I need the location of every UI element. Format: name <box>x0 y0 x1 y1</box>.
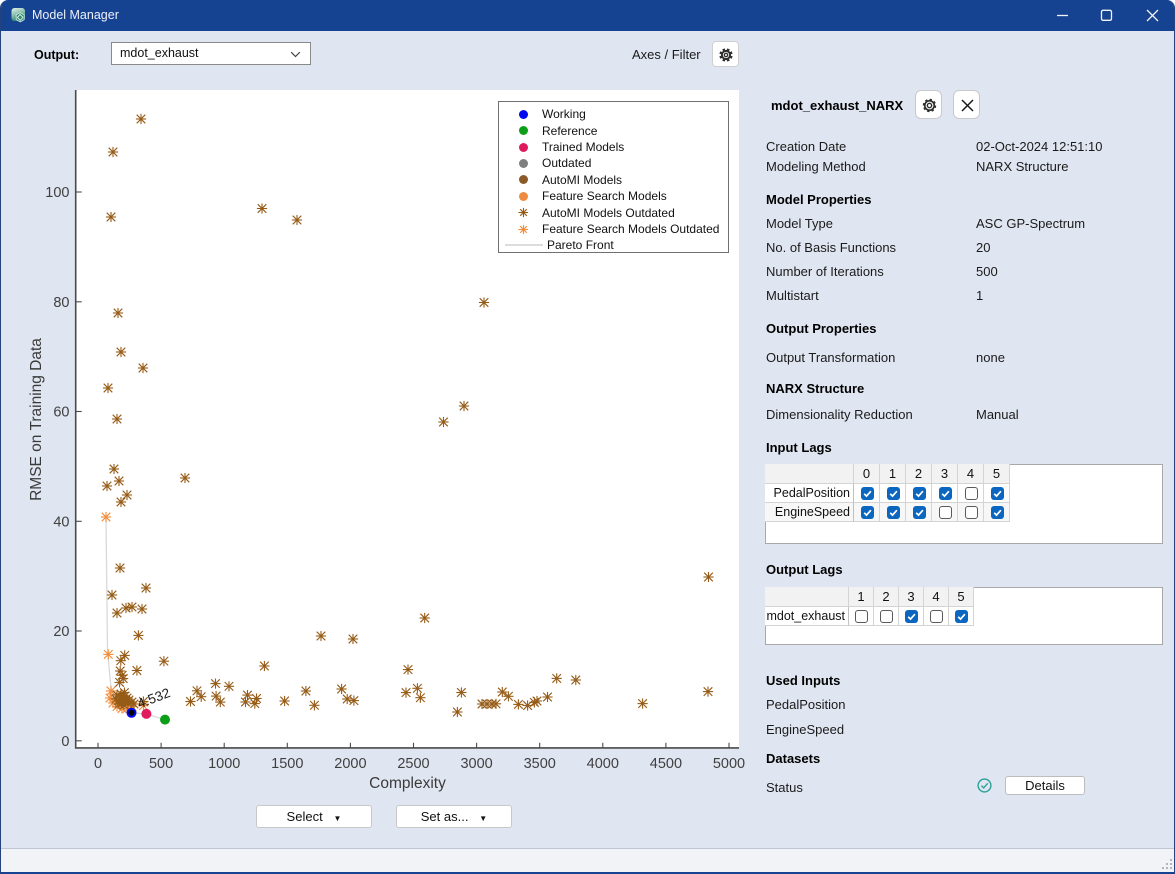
svg-text:0: 0 <box>94 756 102 772</box>
svg-text:3500: 3500 <box>524 756 556 772</box>
svg-text:5000: 5000 <box>713 756 745 772</box>
svg-text:20: 20 <box>53 624 69 640</box>
svg-text:3000: 3000 <box>460 756 492 772</box>
svg-text:60: 60 <box>53 405 69 421</box>
svg-text:100: 100 <box>45 185 69 201</box>
svg-text:80: 80 <box>53 295 69 311</box>
svg-text:RMSE on Training Data: RMSE on Training Data <box>28 338 45 501</box>
svg-text:4.532: 4.532 <box>135 685 172 711</box>
svg-text:1500: 1500 <box>271 756 303 772</box>
svg-text:4000: 4000 <box>587 756 619 772</box>
svg-text:500: 500 <box>149 756 173 772</box>
svg-text:2500: 2500 <box>397 756 429 772</box>
svg-text:Complexity: Complexity <box>369 775 446 792</box>
svg-text:4500: 4500 <box>650 756 682 772</box>
svg-text:2000: 2000 <box>334 756 366 772</box>
svg-text:1000: 1000 <box>208 756 240 772</box>
svg-text:40: 40 <box>53 514 69 530</box>
svg-text:0: 0 <box>61 734 69 750</box>
